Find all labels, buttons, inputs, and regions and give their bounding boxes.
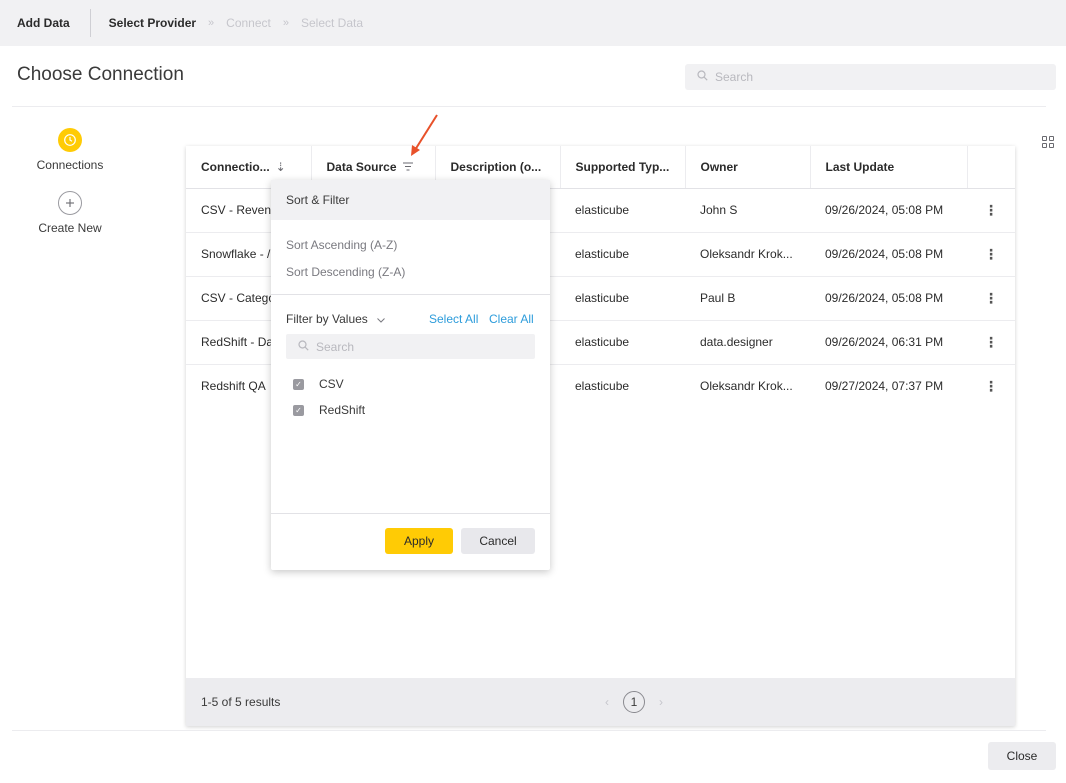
- sort-filter-popup: Sort & Filter Sort Ascending (A-Z) Sort …: [271, 180, 550, 570]
- chevron-down-icon: [377, 312, 386, 326]
- results-count: 1-5 of 5 results: [201, 695, 281, 709]
- cell-last-update: 09/26/2024, 05:08 PM: [810, 188, 967, 233]
- cell-supported-type: elasticube: [560, 232, 685, 277]
- nav-connections[interactable]: Connections: [20, 128, 120, 172]
- cell-last-update: 09/26/2024, 06:31 PM: [810, 320, 967, 365]
- top-bar: Add Data Select Provider » Connect » Sel…: [0, 0, 1066, 46]
- pagination: ‹ 1 ›: [605, 691, 663, 713]
- sort-descending-option[interactable]: Sort Descending (Z-A): [286, 265, 405, 279]
- cell-supported-type: elasticube: [560, 188, 685, 233]
- checkbox-checked-icon[interactable]: ✓: [293, 378, 304, 390]
- step-select-data: Select Data: [301, 16, 364, 30]
- search-placeholder: Search: [715, 70, 754, 84]
- filter-icon[interactable]: [402, 160, 413, 174]
- checkbox-checked-icon[interactable]: ✓: [293, 404, 304, 416]
- plus-circle-icon: [58, 191, 82, 215]
- cell-last-update: 09/26/2024, 05:08 PM: [810, 276, 967, 321]
- row-menu-icon[interactable]: ⋮: [967, 364, 1015, 408]
- filter-by-values-dropdown[interactable]: Filter by Values: [286, 312, 386, 326]
- cell-owner: Oleksandr Krok...: [685, 232, 810, 277]
- row-menu-icon[interactable]: ⋮: [967, 232, 1015, 277]
- column-header-last-update[interactable]: Last Update: [810, 146, 968, 189]
- select-all-link[interactable]: Select All: [429, 312, 478, 326]
- filter-value-label: RedShift: [319, 403, 366, 417]
- search-icon: [298, 339, 309, 354]
- cell-last-update: 09/27/2024, 07:37 PM: [825, 379, 944, 394]
- apply-button[interactable]: Apply: [385, 528, 453, 554]
- cell-owner: data.designer: [685, 320, 810, 365]
- popup-divider: [271, 294, 550, 295]
- nav-create-new-label: Create New: [38, 221, 102, 235]
- cell-last-update: 09/26/2024, 05:08 PM: [810, 232, 967, 277]
- cell-owner: John S: [685, 188, 810, 233]
- nav-create-new[interactable]: Create New: [20, 191, 120, 235]
- cancel-button[interactable]: Cancel: [461, 528, 535, 554]
- next-page-icon[interactable]: ›: [659, 695, 663, 709]
- close-button[interactable]: Close: [988, 742, 1056, 770]
- column-header-supported-type[interactable]: Supported Typ...: [560, 146, 686, 189]
- sort-ascending-option[interactable]: Sort Ascending (A-Z): [286, 238, 397, 252]
- add-data-title: Add Data: [17, 16, 70, 30]
- filter-value-label: CSV: [319, 377, 344, 391]
- sort-icon[interactable]: ⇣: [276, 160, 286, 174]
- step-connect: Connect: [226, 16, 271, 30]
- filter-search-placeholder: Search: [316, 339, 355, 354]
- filter-by-values-label: Filter by Values: [286, 312, 368, 326]
- step-select-provider: Select Provider: [108, 16, 197, 30]
- footer-divider: [12, 730, 1046, 731]
- column-header-actions: [967, 146, 1015, 189]
- column-header-owner[interactable]: Owner: [685, 146, 811, 189]
- title-divider: [89, 9, 91, 37]
- cell-owner: Oleksandr Krok...: [700, 379, 793, 394]
- cell-owner: Paul B: [685, 276, 810, 321]
- popup-header: Sort & Filter: [271, 180, 550, 220]
- cell-supported-type: elasticube: [560, 276, 685, 321]
- step-separator-icon: »: [208, 17, 215, 29]
- prev-page-icon[interactable]: ‹: [605, 695, 609, 709]
- filter-value-redshift[interactable]: ✓ RedShift: [293, 403, 365, 417]
- annotation-arrow-icon: [411, 114, 438, 156]
- cell-supported-type: elasticube: [560, 320, 685, 365]
- grid-view-icon[interactable]: [1042, 136, 1054, 148]
- page-number-button[interactable]: 1: [623, 691, 645, 713]
- clear-all-link[interactable]: Clear All: [489, 312, 534, 326]
- clock-icon: [58, 128, 82, 152]
- header-divider: [12, 106, 1046, 107]
- table-footer: 1-5 of 5 results ‹ 1 ›: [186, 678, 1015, 726]
- filter-search-input[interactable]: Search: [286, 334, 535, 359]
- filter-value-csv[interactable]: ✓ CSV: [293, 377, 344, 391]
- search-icon: [697, 70, 708, 84]
- step-separator-icon: »: [282, 17, 289, 29]
- row-menu-icon[interactable]: ⋮: [967, 188, 1015, 233]
- nav-connections-label: Connections: [36, 158, 104, 172]
- row-menu-icon[interactable]: ⋮: [967, 320, 1015, 365]
- popup-footer-divider: [271, 513, 550, 514]
- row-menu-icon[interactable]: ⋮: [967, 276, 1015, 321]
- page-title: Choose Connection: [17, 64, 184, 85]
- cell-supported-type: elasticube: [575, 379, 630, 394]
- search-input[interactable]: Search: [685, 64, 1056, 90]
